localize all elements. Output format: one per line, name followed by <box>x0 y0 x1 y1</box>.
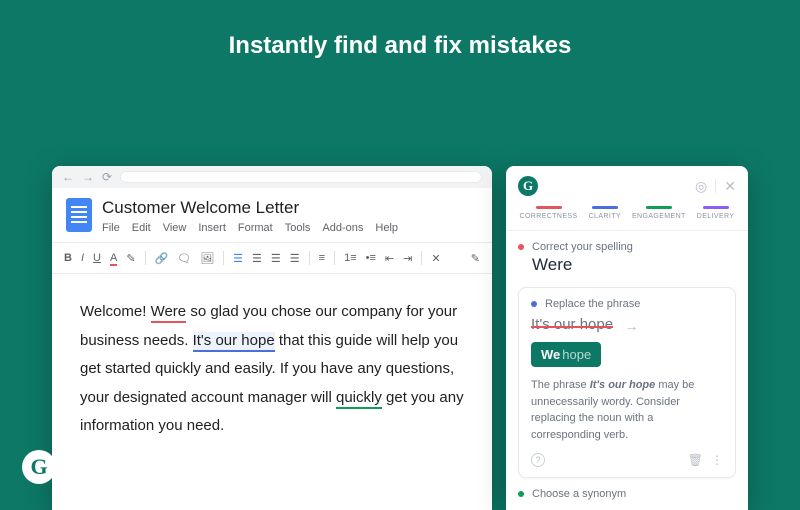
clear-formatting-icon[interactable]: ✕ <box>431 252 440 265</box>
explanation-text: The phrase It's our hope may be unnecess… <box>531 377 723 443</box>
menu-insert[interactable]: Insert <box>198 222 226 234</box>
engagement-dot-icon <box>518 491 524 497</box>
grammarly-brand-icon: G <box>22 450 56 484</box>
link-icon[interactable]: 🔗 <box>155 252 169 265</box>
goals-icon[interactable]: ◎ <box>695 178 707 195</box>
indent-decrease-icon[interactable]: ⇤ <box>385 252 394 265</box>
bulleted-list-icon[interactable]: •≡ <box>366 252 376 264</box>
reload-icon[interactable]: ⟳ <box>102 170 112 184</box>
forward-icon[interactable]: → <box>82 170 94 184</box>
spelling-error[interactable]: Were <box>151 303 187 323</box>
comment-icon[interactable]: 🗨 <box>177 252 191 265</box>
tab-delivery[interactable]: DELIVERY <box>697 206 735 220</box>
menu-format[interactable]: Format <box>238 222 273 234</box>
engagement-suggestion[interactable]: quickly <box>336 389 382 409</box>
bold-icon[interactable]: B <box>64 252 72 264</box>
menu-view[interactable]: View <box>163 222 187 234</box>
clarity-suggestion[interactable]: It's our hope <box>193 332 275 352</box>
suggestion-card-spelling[interactable]: Correct your spelling Were <box>518 241 736 277</box>
correction-word: Were <box>532 255 736 275</box>
align-center-icon[interactable]: ☰ <box>252 252 262 265</box>
marketing-headline: Instantly find and fix mistakes <box>0 0 800 60</box>
google-doc-window: ← → ⟳ Customer Welcome Letter File Edit … <box>52 166 492 510</box>
strikethrough-text: It's our hope <box>531 316 613 333</box>
tab-engagement[interactable]: ENGAGEMENT <box>632 206 686 220</box>
suggestion-card-clarity[interactable]: Replace the phrase It's our hope → Wehop… <box>518 287 736 478</box>
menu-file[interactable]: File <box>102 222 120 234</box>
align-left-icon[interactable]: ☰ <box>233 252 243 265</box>
card-label: Replace the phrase <box>545 298 640 310</box>
menu-help[interactable]: Help <box>375 222 398 234</box>
numbered-list-icon[interactable]: 1≡ <box>344 252 357 264</box>
grammarly-panel: G ◎ ✕ CORRECTNESS CLARITY ENGAGEMENT DEL… <box>506 166 748 510</box>
menu-bar: File Edit View Insert Format Tools Add-o… <box>102 222 478 234</box>
suggestion-card-synonym[interactable]: Choose a synonym <box>518 488 736 500</box>
tab-clarity[interactable]: CLARITY <box>589 206 621 220</box>
correctness-dot-icon <box>518 244 524 250</box>
grammarly-logo-icon: G <box>518 176 538 196</box>
menu-addons[interactable]: Add-ons <box>322 222 363 234</box>
text-color-icon[interactable]: A <box>110 252 117 264</box>
google-docs-icon <box>66 198 92 232</box>
arrow-right-icon: → <box>624 318 638 334</box>
body-text: Welcome! <box>80 303 151 320</box>
menu-edit[interactable]: Edit <box>132 222 151 234</box>
tab-correctness[interactable]: CORRECTNESS <box>520 206 578 220</box>
clarity-dot-icon <box>531 301 537 307</box>
line-spacing-icon[interactable]: ≡ <box>319 252 325 264</box>
image-icon[interactable]: 🖼 <box>200 252 214 265</box>
document-title[interactable]: Customer Welcome Letter <box>102 198 478 218</box>
menu-tools[interactable]: Tools <box>285 222 311 234</box>
italic-icon[interactable]: I <box>81 252 84 264</box>
category-tabs: CORRECTNESS CLARITY ENGAGEMENT DELIVERY <box>506 202 748 231</box>
underline-icon[interactable]: U <box>93 252 101 264</box>
card-label: Choose a synonym <box>532 488 626 500</box>
trash-icon[interactable]: 🗑 <box>688 453 703 467</box>
indent-increase-icon[interactable]: ⇥ <box>403 252 412 265</box>
card-label: Correct your spelling <box>532 241 633 253</box>
close-icon[interactable]: ✕ <box>724 178 736 195</box>
replacement-chip[interactable]: Wehope <box>531 342 601 367</box>
align-justify-icon[interactable]: ☰ <box>290 252 300 265</box>
url-bar[interactable] <box>120 171 482 183</box>
editing-mode-icon[interactable]: ✎ <box>471 252 480 265</box>
back-icon[interactable]: ← <box>62 170 74 184</box>
formatting-toolbar: B I U A ✎ 🔗 🗨 🖼 ☰ ☰ ☰ ☰ ≡ 1≡ •≡ ⇤ ⇥ ✕ ✎ <box>52 242 492 274</box>
browser-tabbar: ← → ⟳ <box>52 166 492 188</box>
help-icon[interactable]: ? <box>531 453 545 467</box>
align-right-icon[interactable]: ☰ <box>271 252 281 265</box>
document-body[interactable]: Welcome! Were so glad you chose our comp… <box>52 274 492 481</box>
more-icon[interactable]: ⋮ <box>711 453 723 467</box>
highlight-icon[interactable]: ✎ <box>126 252 135 265</box>
